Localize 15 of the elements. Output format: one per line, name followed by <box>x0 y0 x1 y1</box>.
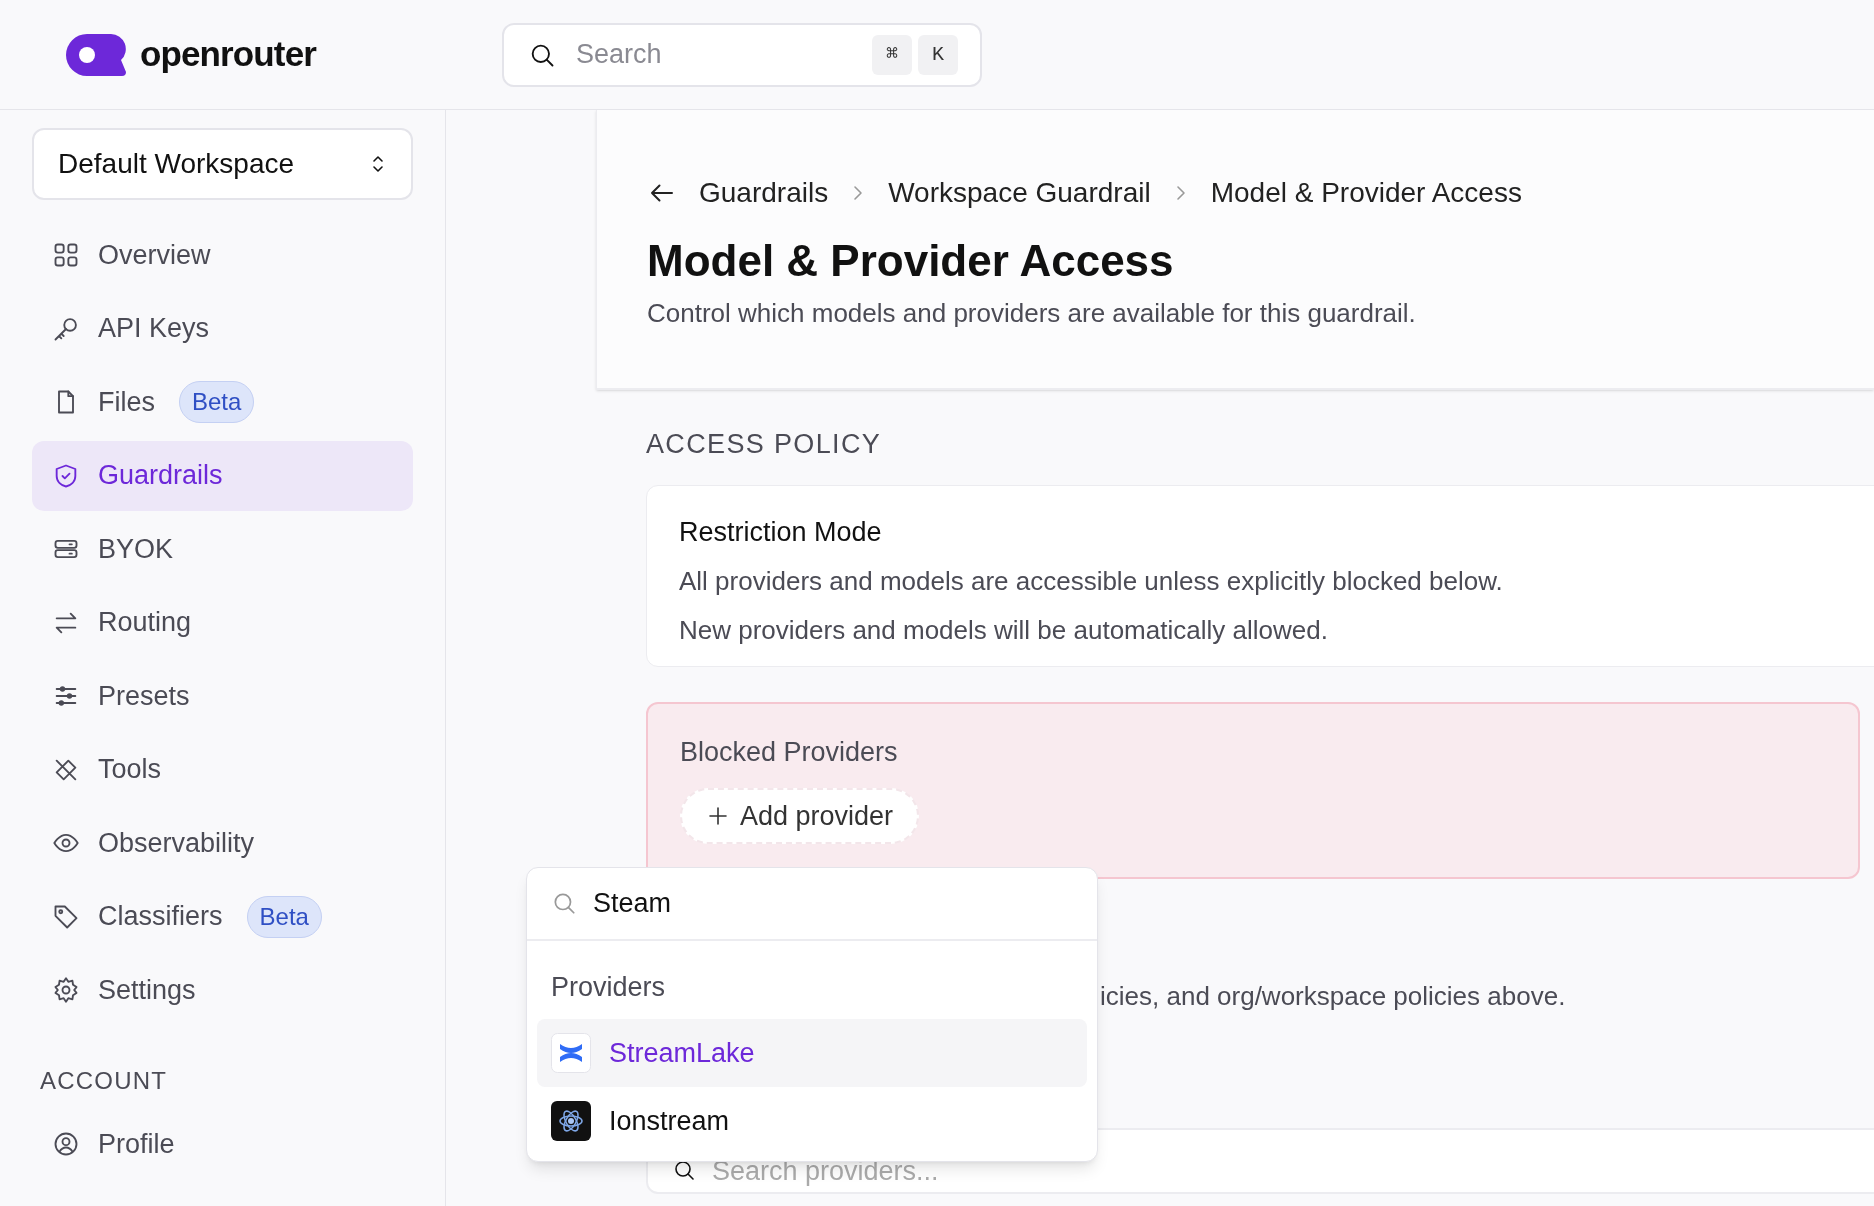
group-label: Providers <box>550 970 667 1004</box>
card-title: Restriction Mode <box>679 515 883 549</box>
shortcut-key: ⌘ <box>872 34 912 75</box>
logo-text: openrouter <box>140 33 316 76</box>
beta-badge: Beta <box>246 895 322 938</box>
card-text: New providers and models will be automatically allowed. <box>679 614 1329 647</box>
page-title: Model & Provider Access <box>647 235 1175 287</box>
page-subtitle: Control which models and providers are available for this guardrail. <box>647 297 1417 330</box>
beta-badge: Beta <box>179 381 255 423</box>
card-text: All providers and models are accessible unless explicitly blocked below. <box>679 565 1504 598</box>
section-heading: ACCESS POLICY <box>646 428 883 461</box>
section-heading: ACCOUNT <box>39 1066 169 1096</box>
shortcut-key: K <box>918 34 958 75</box>
note-text: icies, and org/workspace policies above. <box>1100 979 1567 1013</box>
card-title: Blocked Providers <box>680 735 899 769</box>
